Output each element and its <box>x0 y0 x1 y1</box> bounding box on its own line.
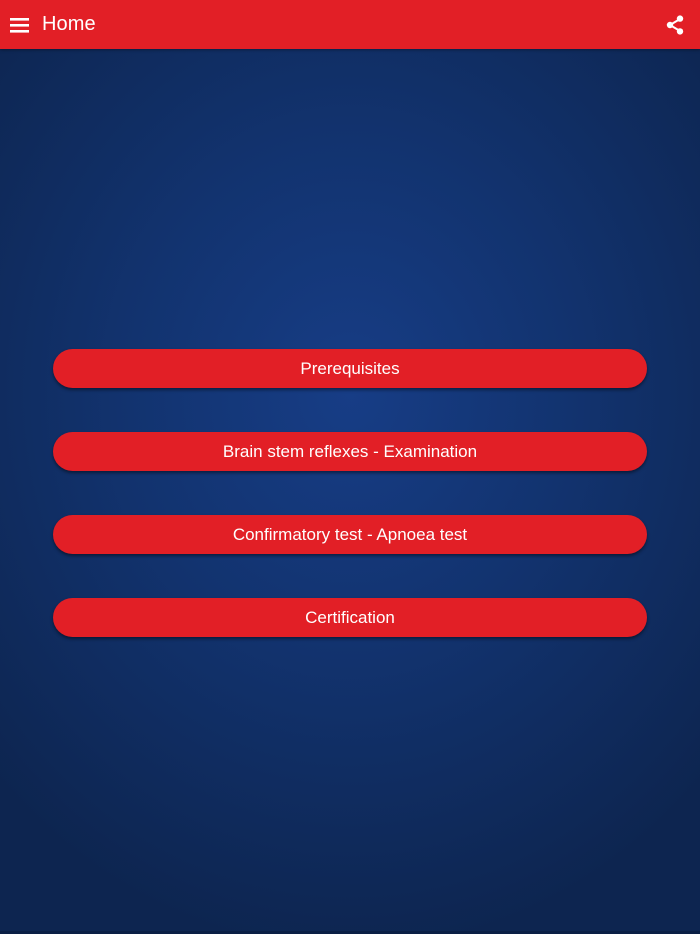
prerequisites-button[interactable]: Prerequisites <box>53 349 647 388</box>
apnoea-test-button[interactable]: Confirmatory test - Apnoea test <box>53 515 647 554</box>
share-icon <box>666 15 684 35</box>
page-title: Home <box>42 13 96 35</box>
main-menu: Prerequisites Brain stem reflexes - Exam… <box>53 349 647 681</box>
certification-button[interactable]: Certification <box>53 598 647 637</box>
brain-stem-reflexes-button[interactable]: Brain stem reflexes - Examination <box>53 432 647 471</box>
menu-button[interactable] <box>4 4 36 44</box>
hamburger-menu-icon <box>10 18 29 33</box>
app-toolbar: Home <box>0 0 700 49</box>
share-button[interactable] <box>658 6 694 44</box>
